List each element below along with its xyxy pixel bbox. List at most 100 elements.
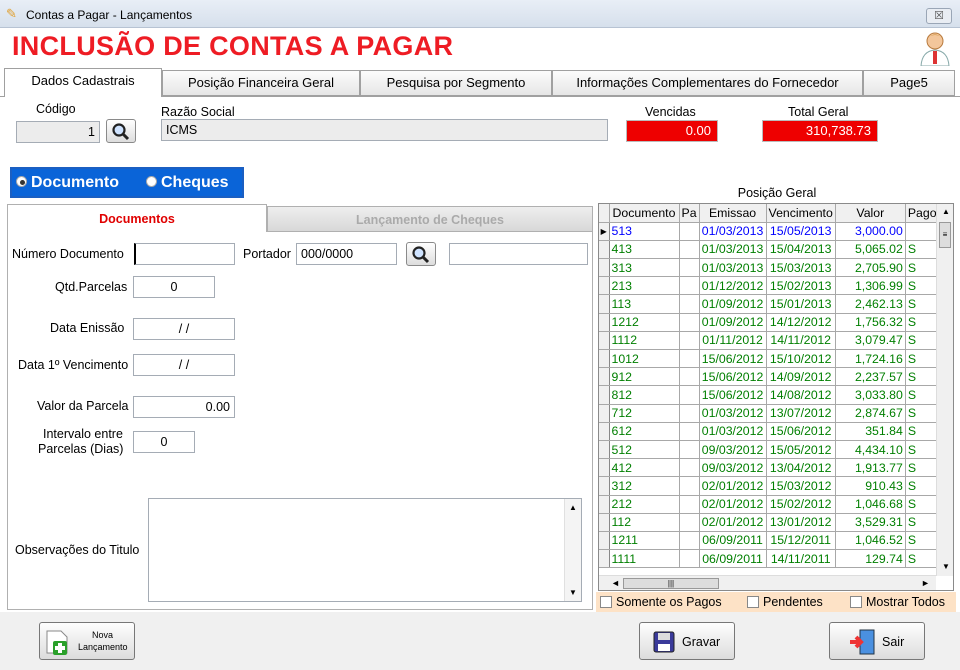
mostrar-todos-checkbox[interactable]: Mostrar Todos bbox=[850, 595, 945, 609]
cell-parcela[interactable] bbox=[679, 258, 700, 278]
table-row[interactable]: 912 15/06/2012 14/09/2012 2,237.57 S bbox=[599, 367, 940, 387]
grid-horizontal-scrollbar[interactable]: ◄ ||| ► bbox=[599, 575, 936, 590]
cell-pago[interactable]: S bbox=[905, 240, 940, 260]
cell-vencimento[interactable]: 14/11/2011 bbox=[766, 549, 836, 569]
column-header[interactable]: Pa bbox=[679, 204, 700, 223]
cell-vencimento[interactable]: 13/04/2012 bbox=[766, 458, 836, 478]
cell-documento[interactable]: 113 bbox=[609, 294, 680, 314]
scroll-right-icon[interactable]: ► bbox=[921, 578, 930, 588]
cell-vencimento[interactable]: 15/02/2013 bbox=[766, 276, 836, 296]
cell-valor[interactable]: 351.84 bbox=[835, 422, 906, 441]
tab-informacoes-fornecedor[interactable]: Informações Complementares do Fornecedor bbox=[552, 70, 863, 96]
nova-lancamento-button[interactable]: Nova Lançamento bbox=[39, 622, 135, 660]
table-row[interactable]: 1112 01/11/2012 14/11/2012 3,079.47 S bbox=[599, 331, 940, 351]
gravar-button[interactable]: Gravar bbox=[639, 622, 735, 660]
cell-pago[interactable]: S bbox=[905, 440, 940, 460]
table-row[interactable]: 212 02/01/2012 15/02/2012 1,046.68 S bbox=[599, 495, 940, 514]
cell-documento[interactable]: 1111 bbox=[609, 549, 680, 569]
cell-vencimento[interactable]: 13/01/2012 bbox=[766, 513, 836, 532]
cell-valor[interactable]: 5,065.02 bbox=[835, 240, 906, 260]
cell-pago[interactable]: S bbox=[905, 276, 940, 296]
cell-pago[interactable]: S bbox=[905, 513, 940, 532]
cell-vencimento[interactable]: 15/03/2013 bbox=[766, 258, 836, 278]
cell-documento[interactable]: 1112 bbox=[609, 331, 680, 351]
cell-pago[interactable]: S bbox=[905, 531, 940, 551]
cell-emissao[interactable]: 06/09/2011 bbox=[699, 549, 767, 569]
table-row[interactable]: 312 02/01/2012 15/03/2012 910.43 S bbox=[599, 476, 940, 496]
cell-pago[interactable]: S bbox=[905, 331, 940, 351]
table-row[interactable]: 313 01/03/2013 15/03/2013 2,705.90 S bbox=[599, 258, 940, 278]
table-row[interactable]: 512 09/03/2012 15/05/2012 4,434.10 S bbox=[599, 440, 940, 460]
numero-documento-input[interactable] bbox=[134, 243, 235, 265]
cell-parcela[interactable] bbox=[679, 331, 700, 351]
scroll-down-icon[interactable]: ▼ bbox=[569, 588, 577, 597]
cell-documento[interactable]: 212 bbox=[609, 495, 680, 514]
sair-button[interactable]: Sair bbox=[829, 622, 925, 660]
codigo-search-button[interactable] bbox=[106, 119, 136, 143]
row-indicator[interactable] bbox=[599, 440, 610, 460]
cell-documento[interactable]: 413 bbox=[609, 240, 680, 260]
cell-valor[interactable]: 4,434.10 bbox=[835, 440, 906, 460]
cell-pago[interactable]: S bbox=[905, 349, 940, 369]
cell-valor[interactable]: 1,724.16 bbox=[835, 349, 906, 369]
cell-documento[interactable]: 612 bbox=[609, 422, 680, 441]
intervalo-input[interactable]: 0 bbox=[133, 431, 195, 453]
row-indicator[interactable] bbox=[599, 476, 610, 496]
row-indicator[interactable] bbox=[599, 276, 610, 296]
cell-vencimento[interactable]: 15/02/2012 bbox=[766, 495, 836, 514]
cell-valor[interactable]: 3,079.47 bbox=[835, 331, 906, 351]
qtd-parcelas-input[interactable]: 0 bbox=[133, 276, 215, 298]
cell-pago[interactable]: S bbox=[905, 385, 940, 405]
cell-vencimento[interactable]: 14/08/2012 bbox=[766, 385, 836, 405]
cell-documento[interactable]: 313 bbox=[609, 258, 680, 278]
cell-vencimento[interactable]: 14/12/2012 bbox=[766, 313, 836, 332]
cell-parcela[interactable] bbox=[679, 294, 700, 314]
cell-documento[interactable]: 312 bbox=[609, 476, 680, 496]
cell-valor[interactable]: 1,913.77 bbox=[835, 458, 906, 478]
cell-documento[interactable]: 513 bbox=[609, 222, 680, 241]
cheques-radio[interactable]: Cheques bbox=[146, 174, 229, 192]
row-indicator[interactable] bbox=[599, 331, 610, 351]
row-indicator[interactable] bbox=[599, 513, 610, 532]
data-emissao-input[interactable]: / / bbox=[133, 318, 235, 340]
table-row[interactable]: 712 01/03/2012 13/07/2012 2,874.67 S bbox=[599, 404, 940, 423]
cell-pago[interactable]: S bbox=[905, 476, 940, 496]
cell-vencimento[interactable]: 15/12/2011 bbox=[766, 531, 836, 551]
cell-emissao[interactable]: 09/03/2012 bbox=[699, 440, 767, 460]
column-header[interactable]: Documento bbox=[609, 204, 680, 223]
cell-valor[interactable]: 2,705.90 bbox=[835, 258, 906, 278]
cell-documento[interactable]: 512 bbox=[609, 440, 680, 460]
current-row-indicator-icon[interactable]: ▶ bbox=[599, 222, 610, 241]
cell-emissao[interactable]: 01/03/2013 bbox=[699, 240, 767, 260]
cell-parcela[interactable] bbox=[679, 404, 700, 423]
table-row[interactable]: 1211 06/09/2011 15/12/2011 1,046.52 S bbox=[599, 531, 940, 551]
posicao-geral-grid[interactable]: Documento Pa Emissao Vencimento Valor Pa… bbox=[598, 203, 954, 591]
table-row[interactable]: 1111 06/09/2011 14/11/2011 129.74 S bbox=[599, 549, 940, 569]
valor-parcela-input[interactable]: 0.00 bbox=[133, 396, 235, 418]
cell-parcela[interactable] bbox=[679, 440, 700, 460]
row-indicator[interactable] bbox=[599, 531, 610, 551]
cell-documento[interactable]: 1012 bbox=[609, 349, 680, 369]
tab-page5[interactable]: Page5 bbox=[863, 70, 955, 96]
cell-valor[interactable]: 2,237.57 bbox=[835, 367, 906, 387]
cell-documento[interactable]: 412 bbox=[609, 458, 680, 478]
cell-parcela[interactable] bbox=[679, 385, 700, 405]
cell-pago[interactable]: S bbox=[905, 422, 940, 441]
scroll-down-icon[interactable]: ▼ bbox=[942, 562, 950, 571]
observacoes-scrollbar[interactable]: ▲ ▼ bbox=[564, 499, 581, 601]
codigo-field[interactable]: 1 bbox=[16, 121, 100, 143]
row-indicator[interactable] bbox=[599, 495, 610, 514]
cell-pago[interactable] bbox=[905, 222, 940, 241]
cell-documento[interactable]: 1212 bbox=[609, 313, 680, 332]
cell-parcela[interactable] bbox=[679, 531, 700, 551]
scroll-thumb[interactable]: ≡ bbox=[939, 222, 951, 248]
cell-valor[interactable]: 2,874.67 bbox=[835, 404, 906, 423]
cell-documento[interactable]: 712 bbox=[609, 404, 680, 423]
cell-emissao[interactable]: 01/03/2012 bbox=[699, 404, 767, 423]
row-indicator[interactable] bbox=[599, 240, 610, 260]
row-indicator[interactable] bbox=[599, 294, 610, 314]
cell-emissao[interactable]: 09/03/2012 bbox=[699, 458, 767, 478]
row-indicator[interactable] bbox=[599, 458, 610, 478]
cell-pago[interactable]: S bbox=[905, 458, 940, 478]
cell-emissao[interactable]: 01/09/2012 bbox=[699, 294, 767, 314]
